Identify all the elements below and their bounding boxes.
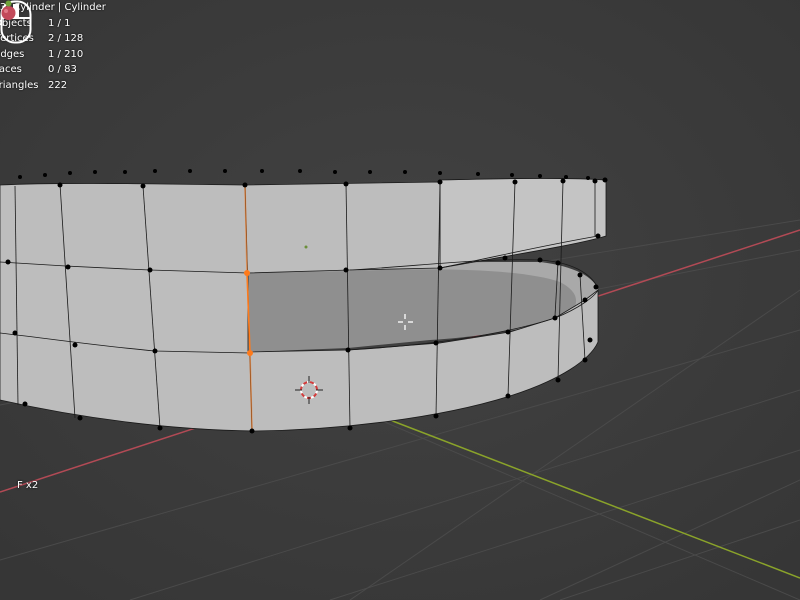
stat-row-faces: Faces 0 / 83 <box>0 62 83 78</box>
stat-value: 222 <box>48 79 68 91</box>
stat-label: Faces <box>0 64 22 75</box>
gizmo-icon[interactable] <box>0 0 17 22</box>
stat-label: Edges <box>0 48 25 60</box>
viewport-canvas[interactable] <box>0 0 800 600</box>
stat-value: 0 / 83 <box>48 64 77 75</box>
3d-viewport[interactable]: (3) Cylinder | Cylinder Objects 1 / 1 Ve… <box>0 0 800 600</box>
stat-row-edges: Edges 1 / 210 <box>0 47 83 63</box>
stat-value: 1 / 210 <box>48 48 84 60</box>
key-hint: F x2 <box>17 480 39 491</box>
object-origin <box>304 245 308 249</box>
stat-value: 2 / 128 <box>48 33 84 44</box>
stat-row-triangles: Triangles 222 <box>0 78 83 94</box>
stat-label: Triangles <box>0 79 39 91</box>
stat-value: 1 / 1 <box>48 17 71 29</box>
